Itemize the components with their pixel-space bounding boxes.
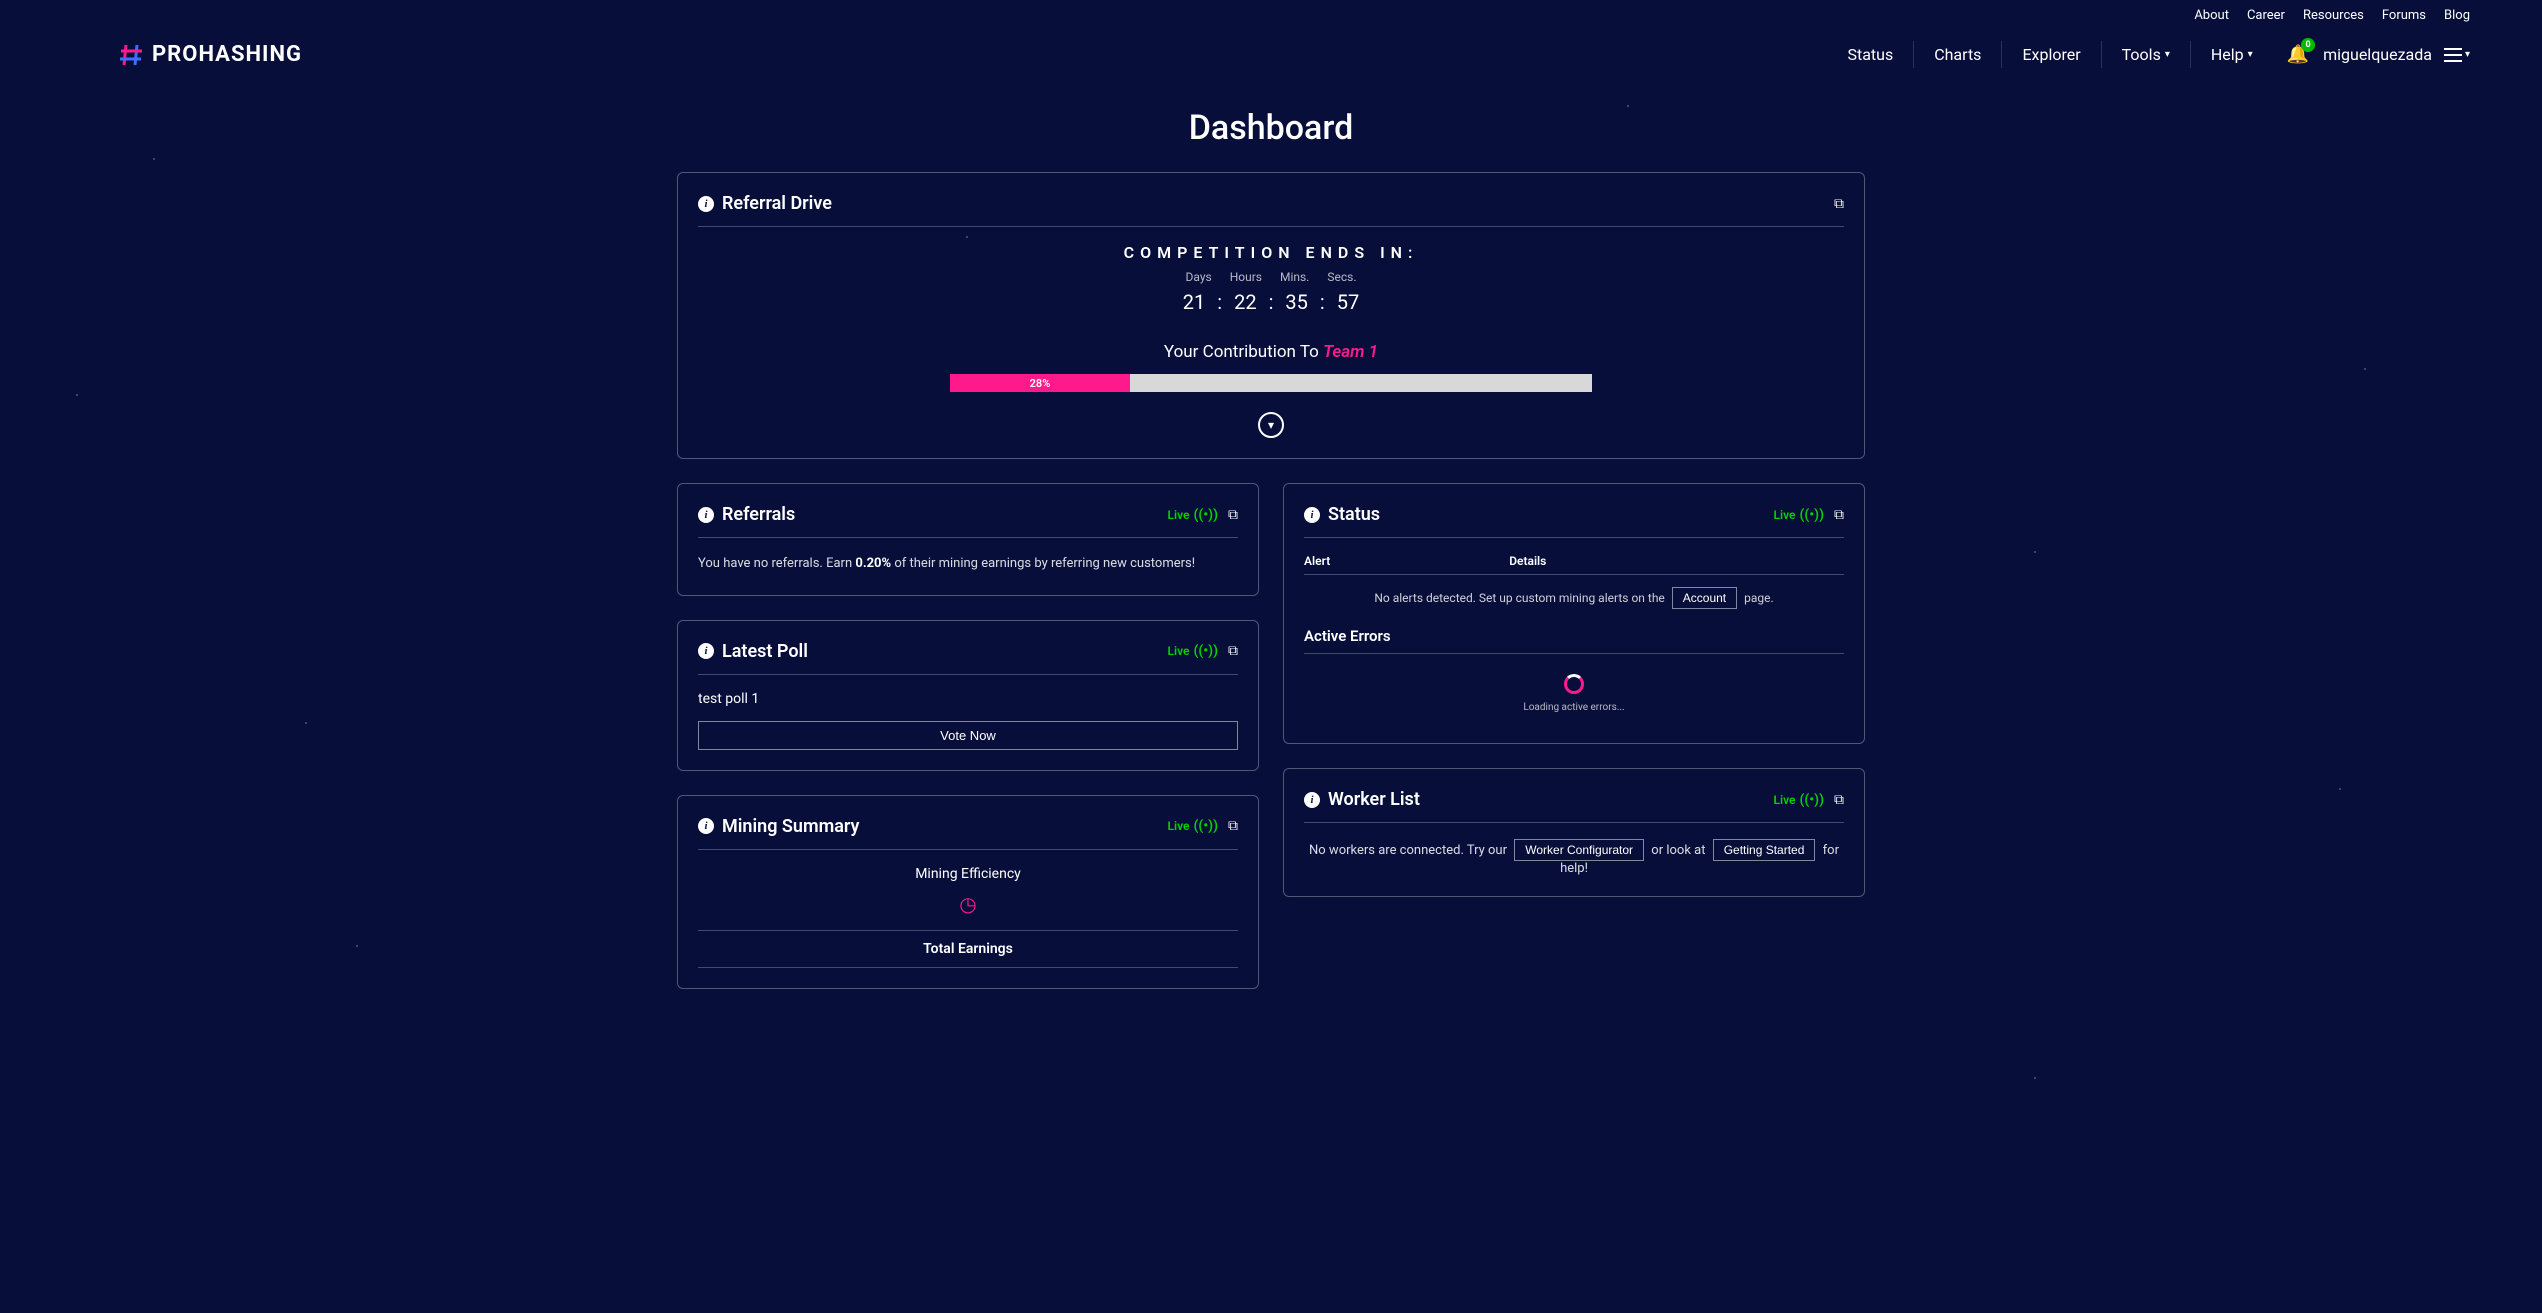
- active-errors-title: Active Errors: [1304, 627, 1844, 654]
- loading-text: Loading active errors...: [1304, 702, 1844, 713]
- chevron-down-icon: ▾: [2165, 49, 2170, 60]
- signal-icon: ((•)): [1193, 818, 1218, 834]
- countdown-labels: Days Hours Mins. Secs.: [698, 270, 1844, 284]
- topnav-blog[interactable]: Blog: [2444, 8, 2470, 23]
- status-title: Status: [1328, 504, 1380, 525]
- signal-icon: ((•)): [1193, 643, 1218, 659]
- external-link-icon[interactable]: ⧉: [1228, 507, 1238, 523]
- external-link-icon[interactable]: ⧉: [1228, 643, 1238, 659]
- vote-now-button[interactable]: Vote Now: [698, 721, 1238, 750]
- chevron-down-icon: ▾: [2465, 49, 2470, 60]
- col-alert: Alert: [1304, 554, 1509, 568]
- notification-count: 0: [2301, 38, 2315, 52]
- status-table-header: Alert Details: [1304, 554, 1844, 575]
- poll-title: Latest Poll: [722, 641, 808, 662]
- team-name: Team 1: [1323, 342, 1378, 362]
- latest-poll-panel: i Latest Poll Live((•)) ⧉ test poll 1 Vo…: [677, 620, 1259, 771]
- mining-summary-panel: i Mining Summary Live((•)) ⧉ Mining Effi…: [677, 795, 1259, 989]
- referral-drive-panel: i Referral Drive ⧉ COMPETITION ENDS IN: …: [677, 172, 1865, 459]
- contribution-progress-fill: 28%: [950, 374, 1130, 392]
- referral-drive-title: Referral Drive: [722, 193, 832, 214]
- worker-configurator-button[interactable]: Worker Configurator: [1514, 839, 1644, 861]
- caret-down-icon: ▾: [1268, 418, 1274, 432]
- signal-icon: ((•)): [1799, 507, 1824, 523]
- live-badge: Live((•)): [1167, 818, 1218, 834]
- logo[interactable]: PROHASHING: [120, 42, 302, 67]
- account-button[interactable]: Account: [1672, 587, 1737, 609]
- info-icon[interactable]: i: [698, 818, 714, 834]
- no-alerts-text: No alerts detected. Set up custom mining…: [1304, 587, 1844, 609]
- notifications-button[interactable]: 🔔 0: [2287, 44, 2309, 65]
- poll-name: test poll 1: [698, 691, 1238, 707]
- topnav-resources[interactable]: Resources: [2303, 8, 2364, 23]
- info-icon[interactable]: i: [698, 507, 714, 523]
- countdown-hours: 22: [1234, 290, 1256, 314]
- total-earnings-label: Total Earnings: [698, 930, 1238, 968]
- countdown-days: 21: [1183, 290, 1205, 314]
- external-link-icon[interactable]: ⧉: [1834, 196, 1844, 212]
- page-title: Dashboard: [0, 108, 2542, 148]
- nav-status[interactable]: Status: [1827, 41, 1914, 68]
- worker-title: Worker List: [1328, 789, 1420, 810]
- topnav-forums[interactable]: Forums: [2382, 8, 2426, 23]
- worker-text: No workers are connected. Try our Worker…: [1304, 839, 1844, 876]
- contribution-progress: 28%: [950, 374, 1592, 392]
- clock-icon: ◷: [698, 892, 1238, 916]
- countdown-mins: 35: [1285, 290, 1307, 314]
- hamburger-icon: [2444, 48, 2462, 62]
- info-icon[interactable]: i: [698, 643, 714, 659]
- competition-ends-label: COMPETITION ENDS IN:: [698, 243, 1844, 262]
- external-link-icon[interactable]: ⧉: [1834, 792, 1844, 808]
- external-link-icon[interactable]: ⧉: [1228, 818, 1238, 834]
- mining-title: Mining Summary: [722, 816, 859, 837]
- logo-text: PROHASHING: [152, 42, 302, 67]
- referrals-panel: i Referrals Live((•)) ⧉ You have no refe…: [677, 483, 1259, 596]
- main-nav: PROHASHING Status Charts Explorer Tools▾…: [0, 23, 2542, 68]
- topnav-career[interactable]: Career: [2247, 8, 2285, 23]
- username[interactable]: miguelquezada: [2323, 45, 2432, 64]
- mining-efficiency-label: Mining Efficiency: [698, 866, 1238, 882]
- getting-started-button[interactable]: Getting Started: [1713, 839, 1816, 861]
- worker-list-panel: i Worker List Live((•)) ⧉ No workers are…: [1283, 768, 1865, 897]
- topnav-about[interactable]: About: [2194, 8, 2229, 23]
- expand-button[interactable]: ▾: [1258, 412, 1284, 438]
- countdown-secs: 57: [1337, 290, 1359, 314]
- loading-area: Loading active errors...: [1304, 664, 1844, 723]
- info-icon[interactable]: i: [698, 196, 714, 212]
- referrals-text: You have no referrals. Earn 0.20% of the…: [698, 554, 1238, 575]
- signal-icon: ((•)): [1799, 792, 1824, 808]
- menu-toggle[interactable]: ▾: [2444, 48, 2470, 62]
- nav-help[interactable]: Help▾: [2191, 41, 2273, 68]
- chevron-down-icon: ▾: [2248, 49, 2253, 60]
- countdown-values: 21: 22: 35: 57: [698, 290, 1844, 314]
- live-badge: Live((•)): [1167, 643, 1218, 659]
- status-panel: i Status Live((•)) ⧉ Alert Details No al…: [1283, 483, 1865, 744]
- spinner-icon: [1564, 674, 1584, 694]
- live-badge: Live((•)): [1167, 507, 1218, 523]
- hash-icon: [120, 43, 144, 67]
- col-details: Details: [1509, 554, 1546, 568]
- info-icon[interactable]: i: [1304, 507, 1320, 523]
- nav-explorer[interactable]: Explorer: [2002, 41, 2101, 68]
- top-nav: About Career Resources Forums Blog: [0, 0, 2542, 23]
- live-badge: Live((•)): [1773, 792, 1824, 808]
- external-link-icon[interactable]: ⧉: [1834, 507, 1844, 523]
- live-badge: Live((•)): [1773, 507, 1824, 523]
- contribution-text: Your Contribution To Team 1: [698, 342, 1844, 362]
- referrals-title: Referrals: [722, 504, 795, 525]
- nav-tools[interactable]: Tools▾: [2102, 41, 2191, 68]
- signal-icon: ((•)): [1193, 507, 1218, 523]
- nav-charts[interactable]: Charts: [1914, 41, 2002, 68]
- info-icon[interactable]: i: [1304, 792, 1320, 808]
